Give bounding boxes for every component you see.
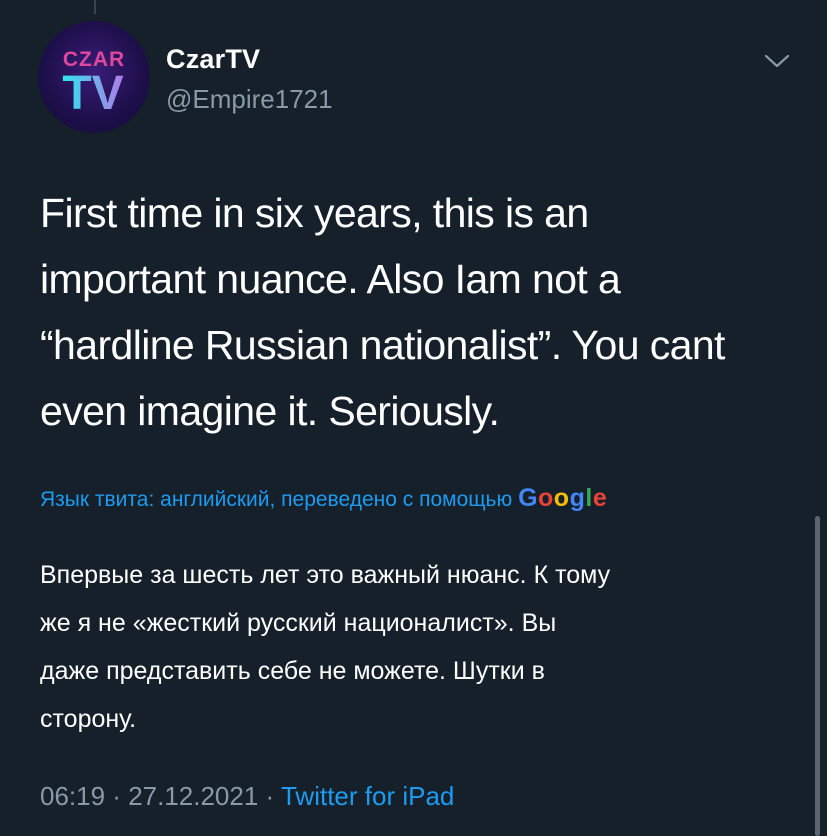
logo-text-bottom: TV bbox=[62, 67, 123, 120]
author-display-name[interactable]: CzarTV bbox=[166, 44, 260, 75]
thread-connector-line bbox=[94, 0, 96, 14]
tweet-source-link[interactable]: Twitter for iPad bbox=[281, 781, 454, 811]
meta-separator: · bbox=[105, 781, 129, 811]
author-handle[interactable]: @Empire1721 bbox=[166, 84, 333, 115]
tweet-metadata: 06:19 · 27.12.2021 · Twitter for iPad bbox=[40, 781, 454, 812]
translation-attribution-link[interactable]: Язык твита: английский, переведено с пом… bbox=[40, 484, 785, 516]
tweet-date[interactable]: 27.12.2021 bbox=[128, 781, 258, 811]
czartv-logo-icon: CZAR TV bbox=[62, 48, 124, 120]
avatar[interactable]: CZAR TV bbox=[38, 21, 150, 133]
tweet-text: First time in six years, this is an impo… bbox=[40, 190, 725, 434]
chevron-down-icon bbox=[764, 54, 790, 68]
translated-tweet-text: Впервые за шесть лет это важный нюанс. К… bbox=[40, 561, 611, 733]
scrollbar[interactable] bbox=[815, 516, 820, 836]
translation-label: Язык твита: английский, переведено с пом… bbox=[40, 488, 519, 511]
tweet-menu-button[interactable] bbox=[760, 48, 794, 74]
tweet-time[interactable]: 06:19 bbox=[40, 781, 105, 811]
meta-separator: · bbox=[258, 781, 281, 811]
google-logo: Google bbox=[518, 484, 608, 512]
